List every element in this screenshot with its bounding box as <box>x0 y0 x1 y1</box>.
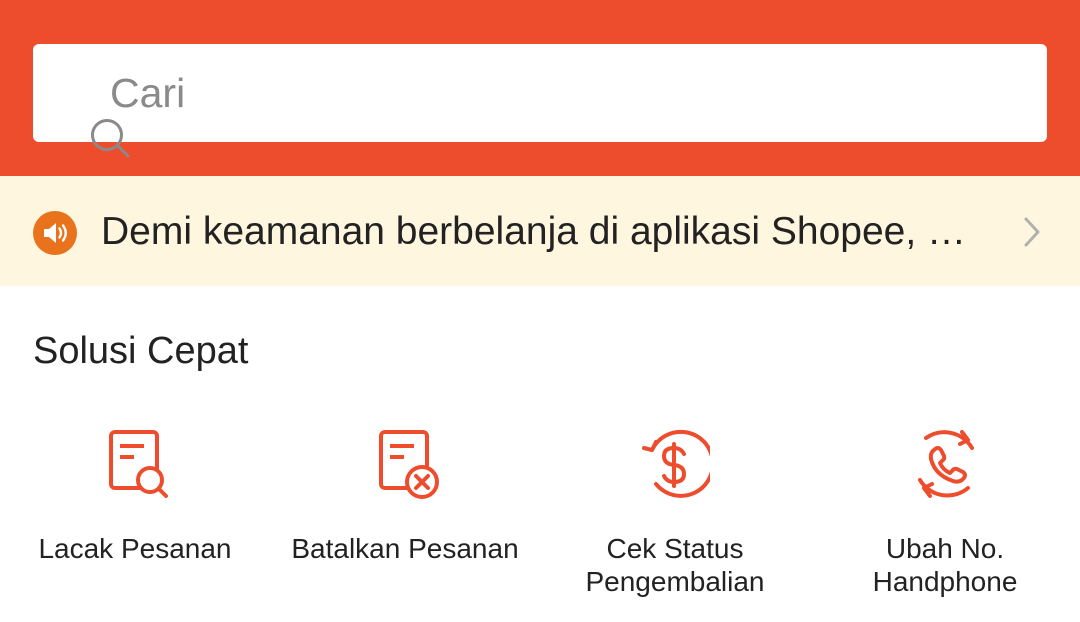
quick-action-cancel-order[interactable]: Batalkan Pesanan <box>270 412 540 612</box>
section-title: Solusi Cepat <box>33 330 249 372</box>
quick-action-label-line: Ubah No. Handphone <box>872 533 1018 597</box>
search-icon <box>91 119 130 158</box>
quick-action-label: Lacak Pesanan <box>38 533 232 564</box>
quick-action-track-order[interactable]: Lacak Pesanan <box>0 412 270 612</box>
quick-action-label: Batalkan Pesanan <box>291 533 519 564</box>
cancel-order-icon <box>379 430 439 499</box>
header-bar: Cari <box>0 0 1080 176</box>
search-input[interactable]: Cari <box>33 44 1047 158</box>
refund-status-icon <box>642 429 710 498</box>
notice-text: Demi keamanan berbelanja di aplikasi Sho… <box>101 210 991 253</box>
chevron-right-icon <box>1024 217 1040 247</box>
quick-action-label: Ubah No. Handphone <box>810 532 1080 598</box>
quick-action-refund-status[interactable]: Cek Status Pengembalian <box>540 412 810 612</box>
quick-action-label-line: Cek Status Pengembalian <box>585 533 765 597</box>
quick-action-change-phone[interactable]: Ubah No. Handphone <box>810 412 1080 612</box>
speaker-icon <box>33 211 77 255</box>
notice-banner[interactable]: Demi keamanan berbelanja di aplikasi Sho… <box>0 176 1080 286</box>
track-order-icon <box>109 430 168 498</box>
change-phone-icon <box>918 430 974 498</box>
search-placeholder: Cari <box>110 70 186 116</box>
quick-action-label: Cek Status Pengembalian <box>540 532 810 598</box>
